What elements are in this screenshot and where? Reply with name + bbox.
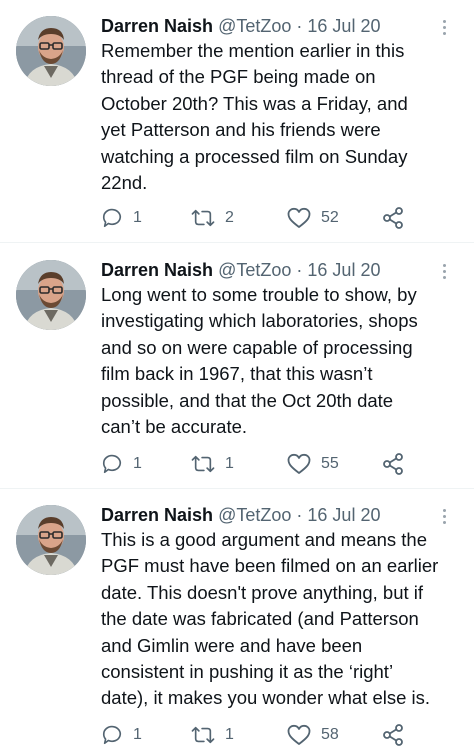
tweet-text: This is a good argument and means the PG… bbox=[101, 529, 439, 709]
tweet-header: Darren Naish @TetZoo · 16 Jul 20 bbox=[101, 14, 380, 38]
author-name[interactable]: Darren Naish bbox=[101, 505, 213, 525]
avatar[interactable] bbox=[16, 16, 86, 86]
tweet-text: Long went to some trouble to show, by in… bbox=[101, 284, 418, 438]
like-button[interactable]: 58 bbox=[287, 722, 339, 748]
author-handle[interactable]: @TetZoo bbox=[218, 260, 291, 280]
avatar-photo-icon bbox=[16, 505, 86, 575]
author-handle[interactable]: @TetZoo bbox=[218, 505, 291, 525]
reply-icon bbox=[102, 208, 122, 228]
separator: · bbox=[296, 260, 303, 280]
author-handle[interactable]: @TetZoo bbox=[218, 16, 291, 36]
more-options-icon[interactable] bbox=[440, 509, 448, 527]
action-bar: 1 2 52 bbox=[101, 205, 421, 231]
divider bbox=[0, 488, 474, 489]
tweet-text: Remember the mention earlier in this thr… bbox=[101, 40, 408, 194]
reply-icon bbox=[102, 454, 122, 474]
share-icon bbox=[383, 724, 403, 746]
action-bar: 1 1 55 bbox=[101, 451, 421, 477]
reply-icon bbox=[102, 725, 122, 745]
tweet-date[interactable]: 16 Jul 20 bbox=[307, 505, 380, 525]
heart-icon bbox=[287, 453, 311, 474]
like-button[interactable]: 52 bbox=[287, 205, 339, 231]
tweet-header: Darren Naish @TetZoo · 16 Jul 20 bbox=[101, 258, 380, 282]
share-button[interactable] bbox=[381, 205, 405, 231]
more-options-icon[interactable] bbox=[440, 264, 448, 282]
more-options-icon[interactable] bbox=[440, 20, 448, 38]
reply-count: 1 bbox=[133, 455, 142, 472]
retweet-icon bbox=[191, 726, 215, 744]
avatar-photo-icon bbox=[16, 16, 86, 86]
share-button[interactable] bbox=[381, 722, 405, 748]
reply-button[interactable]: 1 bbox=[101, 722, 142, 748]
separator: · bbox=[296, 16, 303, 36]
divider bbox=[0, 242, 474, 243]
retweet-button[interactable]: 1 bbox=[191, 451, 234, 477]
avatar[interactable] bbox=[16, 260, 86, 330]
action-bar: 1 1 58 bbox=[101, 722, 421, 748]
like-button[interactable]: 55 bbox=[287, 451, 339, 477]
tweet-date[interactable]: 16 Jul 20 bbox=[307, 260, 380, 280]
retweet-icon bbox=[191, 209, 215, 227]
author-name[interactable]: Darren Naish bbox=[101, 260, 213, 280]
tweet-date[interactable]: 16 Jul 20 bbox=[307, 16, 380, 36]
retweet-button[interactable]: 1 bbox=[191, 722, 234, 748]
share-button[interactable] bbox=[381, 451, 405, 477]
like-count: 58 bbox=[321, 726, 339, 743]
heart-icon bbox=[287, 724, 311, 745]
reply-button[interactable]: 1 bbox=[101, 451, 142, 477]
reply-count: 1 bbox=[133, 209, 142, 226]
reply-count: 1 bbox=[133, 726, 142, 743]
avatar-photo-icon bbox=[16, 260, 86, 330]
retweet-count: 1 bbox=[225, 726, 234, 743]
share-icon bbox=[383, 453, 403, 475]
retweet-count: 2 bbox=[225, 209, 234, 226]
retweet-count: 1 bbox=[225, 455, 234, 472]
retweet-button[interactable]: 2 bbox=[191, 205, 234, 231]
heart-icon bbox=[287, 207, 311, 228]
share-icon bbox=[383, 207, 403, 229]
retweet-icon bbox=[191, 455, 215, 473]
like-count: 55 bbox=[321, 455, 339, 472]
tweet-header: Darren Naish @TetZoo · 16 Jul 20 bbox=[101, 503, 380, 527]
separator: · bbox=[296, 505, 303, 525]
like-count: 52 bbox=[321, 209, 339, 226]
reply-button[interactable]: 1 bbox=[101, 205, 142, 231]
author-name[interactable]: Darren Naish bbox=[101, 16, 213, 36]
avatar[interactable] bbox=[16, 505, 86, 575]
